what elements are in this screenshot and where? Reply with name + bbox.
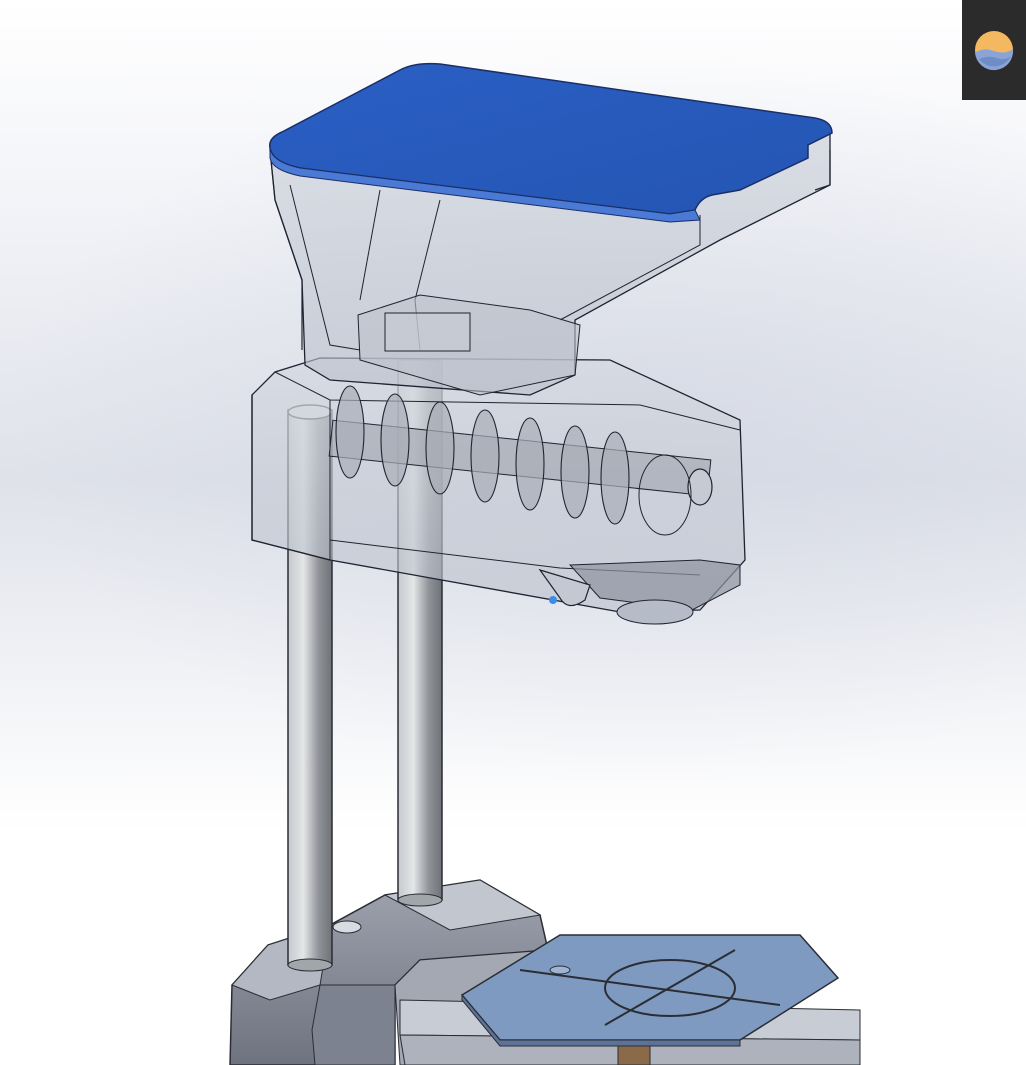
model-scene[interactable] bbox=[0, 0, 1026, 1065]
selection-point[interactable] bbox=[549, 596, 557, 604]
appearance-toggle-button[interactable] bbox=[962, 0, 1026, 100]
sun-moon-icon bbox=[975, 31, 1014, 71]
cad-graphics-viewport[interactable] bbox=[0, 0, 1026, 1065]
